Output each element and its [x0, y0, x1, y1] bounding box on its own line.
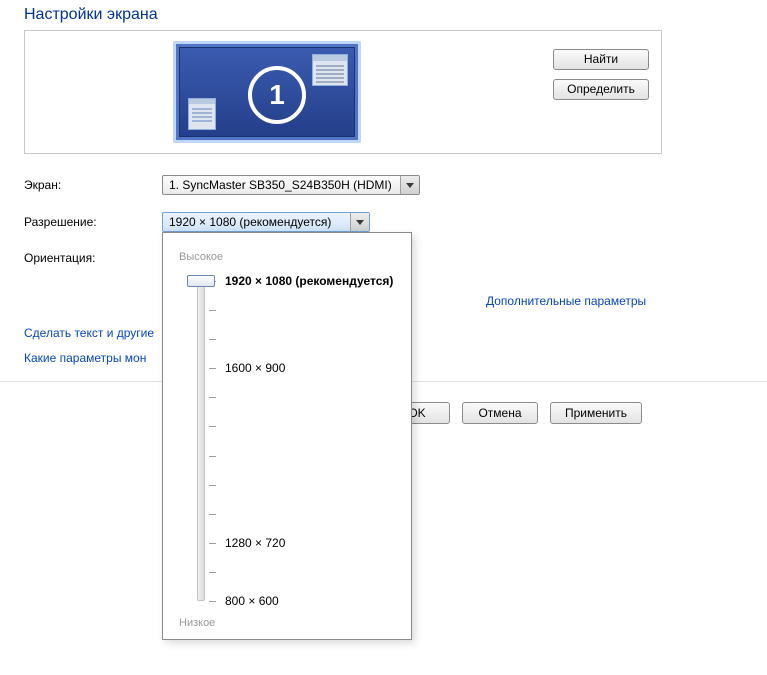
page-title: Настройки экрана — [24, 6, 158, 24]
resolution-option[interactable]: 1600 × 900 — [225, 361, 285, 375]
slider-tick — [209, 485, 216, 486]
slider-tick — [209, 368, 216, 369]
mini-window-icon — [312, 54, 348, 86]
resolution-popup: Высокое Низкое 1920 × 1080 (рекомендуетс… — [162, 232, 412, 640]
monitor-illustration[interactable]: 1 — [173, 41, 361, 143]
slider-caption-low: Низкое — [179, 617, 215, 629]
resolution-label: Разрешение: — [24, 215, 154, 229]
identify-button[interactable]: Определить — [553, 79, 649, 100]
slider-tick — [209, 426, 216, 427]
resolution-slider-thumb[interactable] — [187, 275, 215, 287]
slider-tick — [209, 572, 216, 573]
chevron-down-icon — [350, 213, 369, 231]
find-button[interactable]: Найти — [553, 49, 649, 70]
resolution-slider-track[interactable] — [197, 281, 205, 601]
monitor-number-badge: 1 — [248, 66, 306, 124]
chevron-down-icon — [400, 176, 419, 194]
cancel-button[interactable]: Отмена — [462, 402, 538, 424]
slider-tick — [209, 514, 216, 515]
slider-tick — [209, 310, 216, 311]
apply-button[interactable]: Применить — [550, 402, 642, 424]
which-parameters-link[interactable]: Какие параметры мон — [24, 351, 146, 365]
text-size-link[interactable]: Сделать текст и другие — [24, 326, 154, 340]
display-label: Экран: — [24, 178, 154, 192]
slider-ticks — [209, 281, 219, 601]
slider-tick — [209, 601, 216, 602]
slider-tick — [209, 456, 216, 457]
slider-caption-high: Высокое — [179, 251, 223, 263]
resolution-option[interactable]: 1280 × 720 — [225, 536, 285, 550]
resolution-select-value: 1920 × 1080 (рекомендуется) — [169, 215, 331, 229]
resolution-select[interactable]: 1920 × 1080 (рекомендуется) — [162, 212, 370, 232]
resolution-option[interactable]: 1920 × 1080 (рекомендуется) — [225, 274, 393, 288]
advanced-settings-link[interactable]: Дополнительные параметры — [486, 294, 646, 308]
display-preview-panel: 1 Найти Определить — [24, 30, 662, 154]
slider-tick — [209, 397, 216, 398]
slider-tick — [209, 339, 216, 340]
mini-window-icon — [188, 98, 216, 130]
resolution-option[interactable]: 800 × 600 — [225, 594, 279, 608]
orientation-label: Ориентация: — [24, 251, 154, 265]
display-select[interactable]: 1. SyncMaster SB350_S24B350H (HDMI) — [162, 175, 420, 195]
slider-tick — [209, 543, 216, 544]
display-select-value: 1. SyncMaster SB350_S24B350H (HDMI) — [169, 178, 392, 192]
